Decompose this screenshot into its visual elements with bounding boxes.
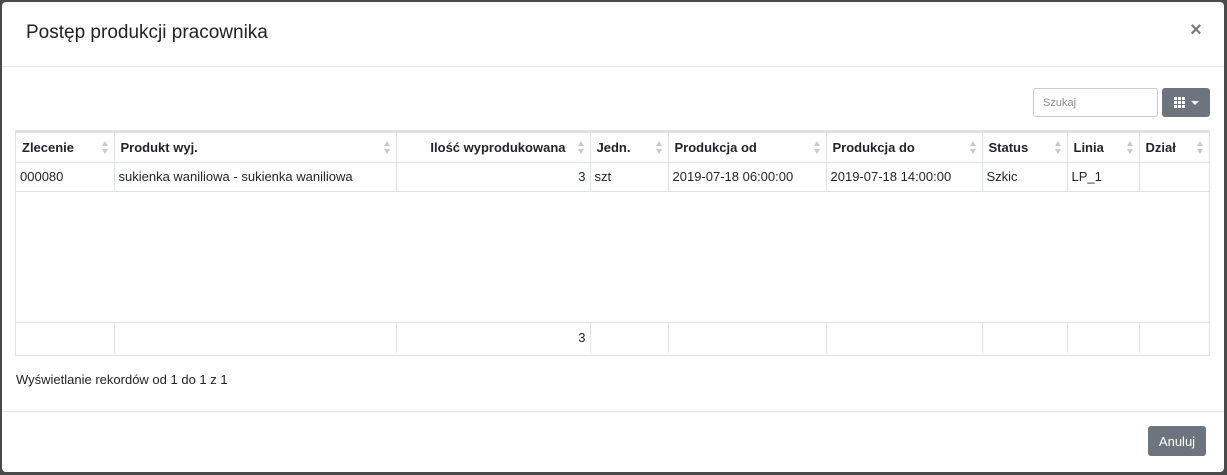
cell-ilosc: 3 [396, 162, 591, 192]
footer-cell [16, 321, 115, 353]
cell-status: Szkic [982, 162, 1068, 192]
column-header-status[interactable]: Status [982, 131, 1068, 163]
column-header-label: Produkcja od [674, 139, 757, 155]
cell-produkcja-od: 2019-07-18 06:00:00 [668, 162, 827, 192]
table-empty-space [16, 191, 1209, 322]
columns-toggle-button[interactable] [1162, 88, 1210, 117]
sort-icon [969, 141, 977, 154]
sort-icon [383, 141, 391, 154]
sort-icon [1197, 141, 1204, 154]
column-header-label: Zlecenie [22, 139, 75, 155]
cell-jedn: szt [590, 162, 669, 192]
column-header-produkcja-od[interactable]: Produkcja od [668, 131, 827, 163]
sort-icon [655, 141, 663, 154]
cell-produkcja-do: 2019-07-18 14:00:00 [826, 162, 983, 192]
footer-cell [114, 321, 397, 353]
column-header-ilosc[interactable]: Ilość wyprodukowana [396, 131, 591, 163]
pagination-info: Wyświetlanie rekordów od 1 do 1 z 1 [16, 372, 228, 387]
column-header-linia[interactable]: Linia [1067, 131, 1140, 163]
sort-icon [813, 141, 821, 154]
footer-cell [982, 321, 1068, 353]
column-header-label: Status [988, 139, 1029, 155]
cell-zlecenie: 000080 [16, 162, 115, 192]
footer-cell [668, 321, 827, 353]
footer-cell [590, 321, 669, 353]
modal-footer: Anuluj [2, 411, 1224, 472]
column-header-label: Dział [1145, 139, 1176, 155]
cell-dzial [1139, 162, 1209, 192]
table-footer-row: 3 [16, 321, 1209, 353]
column-header-produkt[interactable]: Produkt wyj. [114, 131, 397, 163]
grid-icon [1173, 97, 1185, 108]
cell-linia: LP_1 [1067, 162, 1140, 192]
modal-title: Postęp produkcji pracownika [26, 22, 268, 43]
chevron-down-icon [1190, 100, 1199, 105]
column-header-label: Produkt wyj. [120, 139, 198, 155]
column-header-zlecenie[interactable]: Zlecenie [16, 131, 115, 163]
footer-ilosc-total: 3 [396, 321, 591, 353]
sort-icon [101, 141, 109, 154]
cell-produkt: sukienka waniliowa - sukienka waniliowa [114, 162, 397, 192]
column-header-jedn[interactable]: Jedn. [590, 131, 669, 163]
sort-icon [1054, 141, 1062, 154]
footer-cell [826, 321, 983, 353]
modal-header: Postęp produkcji pracownika × [2, 2, 1224, 67]
column-header-label: Produkcja do [832, 139, 915, 155]
production-table: Zlecenie Produkt wyj. Ilość wyprodukowan… [15, 130, 1210, 356]
cancel-button[interactable]: Anuluj [1148, 426, 1206, 456]
column-header-produkcja-do[interactable]: Produkcja do [826, 131, 983, 163]
column-header-dzial[interactable]: Dział [1139, 131, 1209, 163]
column-header-label: Ilość wyprodukowana [430, 139, 566, 155]
search-input[interactable] [1033, 88, 1158, 117]
column-header-label: Linia [1073, 139, 1104, 155]
footer-cell [1067, 321, 1140, 353]
sort-icon [577, 141, 585, 154]
column-header-label: Jedn. [596, 139, 631, 155]
table-row[interactable]: 000080 sukienka waniliowa - sukienka wan… [16, 162, 1209, 192]
footer-cell [1139, 321, 1209, 353]
close-icon[interactable]: × [1188, 20, 1204, 40]
table-header-row: Zlecenie Produkt wyj. Ilość wyprodukowan… [16, 131, 1209, 163]
sort-icon [1126, 141, 1134, 154]
production-progress-modal: Postęp produkcji pracownika × Zlecenie P… [2, 2, 1224, 472]
